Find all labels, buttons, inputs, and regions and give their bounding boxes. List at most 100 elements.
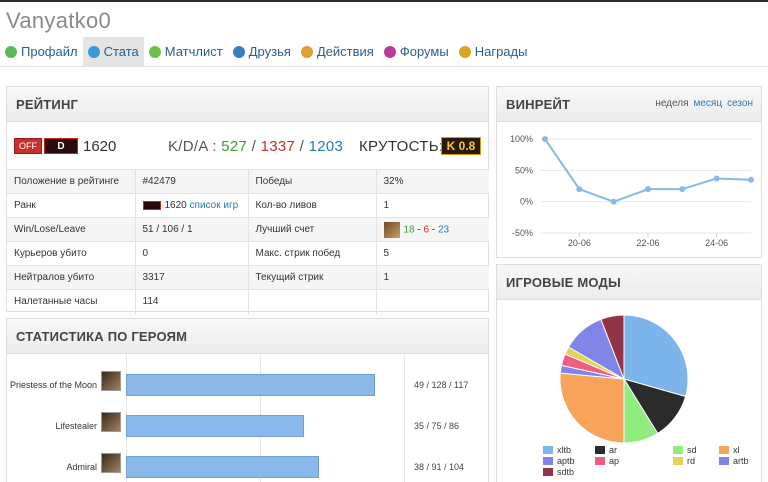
stat-value: 18 - 6 - 23: [376, 217, 489, 242]
legend-label: aptb: [557, 456, 575, 466]
nav-tab-label: Стата: [103, 44, 139, 59]
legend-swatch: [673, 457, 683, 465]
legend-item[interactable]: artb: [719, 456, 749, 466]
stat-value: [376, 289, 489, 314]
wr-y-tick-label: 100%: [510, 134, 533, 144]
legend-swatch: [673, 446, 683, 454]
nav-tab-label: Друзья: [248, 44, 291, 59]
profile-icon: [5, 45, 17, 58]
nav-tab-4[interactable]: Действия: [296, 37, 379, 66]
legend-swatch: [543, 446, 553, 454]
awards-icon: [458, 45, 471, 58]
wr-point: [542, 136, 548, 142]
legend-swatch: [543, 457, 553, 465]
kda-deaths: 1337: [260, 137, 296, 155]
nav-tab-2[interactable]: Матчлист: [144, 37, 228, 66]
games-list-link[interactable]: список игр: [190, 200, 239, 211]
stat-label: Нейтралов убито: [7, 265, 136, 290]
hero-row[interactable]: Lifestealer 35 / 75 / 86: [7, 412, 489, 442]
wr-y-tick-label: -50%: [512, 228, 533, 238]
wr-point: [610, 198, 617, 205]
hero-kda: 35 / 75 / 86: [414, 421, 460, 431]
rating-panel: РЕЙТИНГ OFF D 1620 K/D/A : 527 / 1337 / …: [6, 86, 489, 314]
tab-season[interactable]: сезон: [727, 98, 753, 109]
legend-item[interactable]: aptb: [543, 456, 575, 466]
matchlist-icon: [148, 45, 161, 58]
hero-row[interactable]: Admiral 38 / 91 / 104: [7, 453, 489, 482]
hero-games-bar: [126, 456, 319, 478]
pie-slice-xl[interactable]: [559, 372, 625, 444]
rank-badge: D: [44, 138, 78, 154]
tab-week[interactable]: неделя: [655, 98, 688, 109]
nav-tab-5[interactable]: Форумы: [379, 37, 454, 66]
stat-value: #42479: [135, 169, 249, 194]
hero-games-bar: [126, 374, 375, 396]
legend-swatch: [595, 457, 605, 465]
kda-label: K/D/A :: [168, 137, 217, 155]
rank-mini-icon: [142, 200, 161, 210]
legend-label: ap: [609, 456, 620, 466]
legend-swatch: [543, 468, 553, 476]
tab-month[interactable]: месяц: [694, 98, 723, 109]
nav-tab-0[interactable]: Профайл: [0, 37, 83, 66]
legend-label: rd: [687, 456, 696, 466]
off-badge: OFF: [14, 138, 42, 154]
winrate-chart: 100% 50% 0% -50% 20-06 22-06 24-06: [510, 134, 754, 248]
legend-label: artb: [733, 456, 749, 466]
stat-label: Победы: [248, 169, 377, 194]
nav-tab-label: Действия: [316, 44, 374, 59]
kda-assists: 1203: [308, 137, 344, 155]
kda-kills: 527: [221, 137, 248, 155]
coolness-badge: K 0.8: [441, 137, 481, 155]
legend-label: sdtb: [557, 467, 575, 477]
nav-tab-6[interactable]: Награды: [454, 37, 533, 66]
table-row: Win/Lose/Leave 51 / 106 / 1 Лучший счет 18 …: [7, 217, 489, 242]
stat-value: 51 / 106 / 1: [135, 217, 249, 242]
winrate-panel: ВИНРЕЙТ неделя месяц сезон 100% 50% 0% -50%…: [496, 86, 762, 258]
heroes-title: СТАТИСТИКА ПО ГЕРОЯМ: [7, 319, 488, 354]
hero-kda: 49 / 128 / 117: [414, 380, 469, 390]
forums-icon: [383, 45, 396, 58]
legend-swatch: [719, 457, 729, 465]
stat-label: Макс. стрик побед: [248, 241, 377, 266]
coolness-label: КРУТОСТЬ:: [359, 137, 444, 155]
stat-label: Ранк: [7, 193, 136, 218]
heroes-panel: СТАТИСТИКА ПО ГЕРОЯМ Priestess of the Mo…: [6, 318, 489, 482]
modes-panel: ИГРОВЫЕ МОДЫ xltb ar sd xl aptb ap rd artb sdtb: [496, 264, 762, 482]
table-row: Нейтралов убито 3317 Текущий стрик 1: [7, 265, 489, 290]
nav-tab-label: Профайл: [21, 44, 78, 59]
table-row: Налетанные часы 114: [7, 289, 489, 314]
nav-tab-label: Форумы: [399, 44, 449, 59]
legend-item[interactable]: xl: [719, 445, 740, 455]
stat-value: 3317: [135, 265, 249, 290]
wr-y-tick-label: 0%: [520, 197, 533, 207]
nav-tab-1[interactable]: Стата: [82, 37, 144, 66]
legend-item[interactable]: sd: [673, 445, 697, 455]
stat-value: 114: [135, 289, 249, 314]
wr-point: [679, 186, 686, 193]
wr-point: [748, 176, 754, 183]
hero-row[interactable]: Priestess of the Moon 49 / 128 / 117: [7, 371, 489, 401]
wr-point: [713, 175, 720, 182]
rating-title: РЕЙТИНГ: [7, 87, 488, 122]
legend-item[interactable]: rd: [673, 456, 695, 466]
stat-value: 1620 список игр: [135, 193, 249, 218]
legend-item[interactable]: ap: [595, 456, 619, 466]
kda-summary: K/D/A : 527 / 1337 / 1203: [168, 137, 344, 155]
legend-item[interactable]: ar: [595, 445, 617, 455]
stat-label: Налетанные часы: [7, 289, 136, 314]
table-row: Ранк 1620 список игр Кол-во ливов 1: [7, 193, 489, 218]
legend-label: xltb: [557, 445, 572, 455]
legend-label: xl: [733, 445, 740, 455]
modes-pie-chart: [559, 314, 689, 444]
legend-item[interactable]: xltb: [543, 445, 571, 455]
nav-tab-3[interactable]: Друзья: [228, 37, 296, 66]
top-border: [0, 0, 768, 2]
hero-avatar: [101, 453, 121, 473]
table-row: Курьеров убито 0 Макс. стрик побед 5: [7, 241, 489, 266]
legend-item[interactable]: sdtb: [543, 467, 574, 477]
rating-stats-table: Положение в рейтинге #42479 Победы 32% Ранк 1…: [7, 169, 489, 314]
wr-x-tick-label: 22-06: [636, 238, 659, 248]
modes-title: ИГРОВЫЕ МОДЫ: [497, 265, 761, 300]
friends-icon: [232, 45, 245, 58]
